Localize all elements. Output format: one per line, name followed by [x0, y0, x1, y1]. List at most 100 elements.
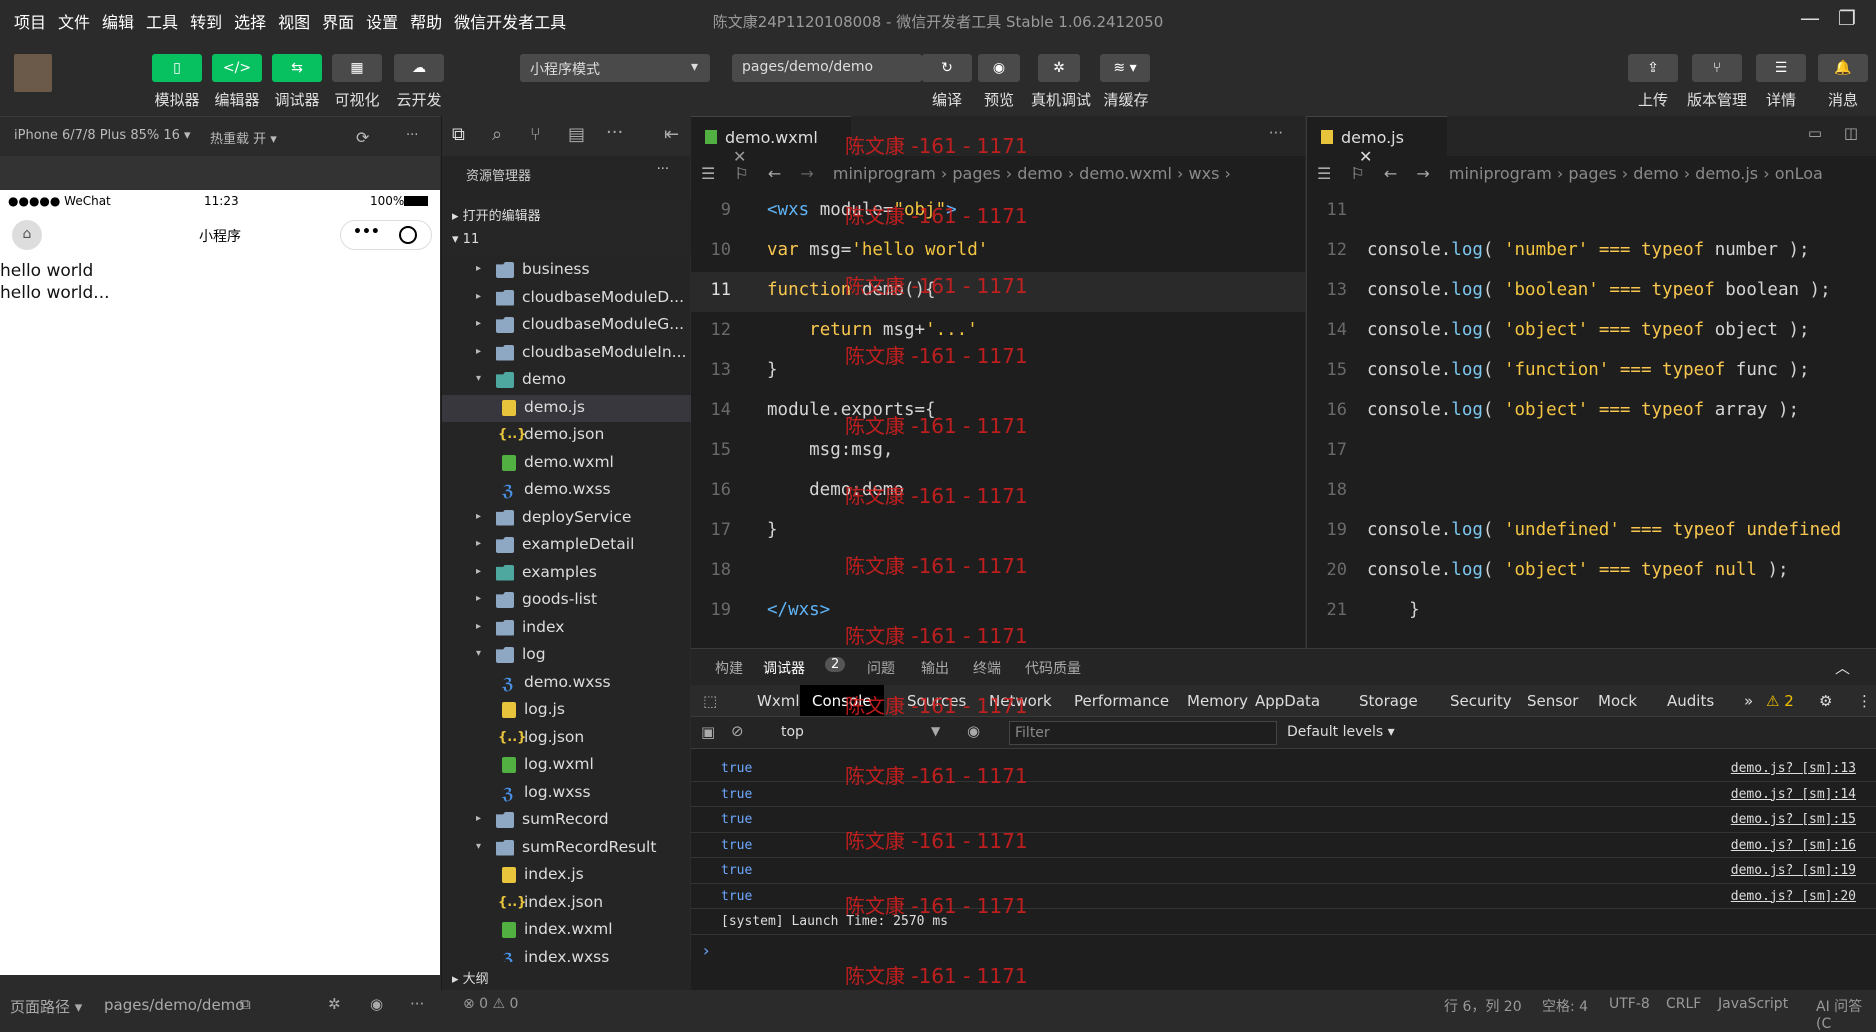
tree-item-folderg[interactable]: ▸ examples	[442, 560, 691, 588]
context-select[interactable]: top	[781, 724, 804, 740]
tree-item-wxml[interactable]: index.wxml	[442, 917, 691, 945]
code-line[interactable]: 18	[691, 552, 1305, 592]
code-line[interactable]: 12 return msg+'...'	[691, 312, 1305, 352]
bookmark-icon[interactable]: ⚐	[720, 164, 748, 183]
tree-item-folder[interactable]: ▸ goods-list	[442, 587, 691, 615]
log-source-link[interactable]: demo.js? [sm]:16	[1731, 838, 1856, 853]
tree-item-folderg[interactable]: ▾ demo	[442, 367, 691, 395]
caret-icon[interactable]: ▸	[476, 346, 488, 357]
tree-item-wxss[interactable]: ℨdemo.wxss	[442, 477, 691, 505]
capsule-menu[interactable]: •••	[340, 220, 432, 250]
real-debug-button[interactable]: ✲	[1038, 54, 1080, 82]
cursor-position[interactable]: 行 6，列 20	[1444, 996, 1522, 1016]
mode-select[interactable]: 小程序模式 ▾	[520, 54, 710, 82]
panel-tab[interactable]: 问题	[867, 658, 895, 678]
filter-input[interactable]: Filter	[1009, 721, 1277, 745]
devtools-tab[interactable]: Memory	[1187, 692, 1248, 710]
code-line[interactable]: 11 function demo(){	[691, 272, 1305, 312]
caret-icon[interactable]: ▸	[476, 291, 488, 302]
inspect-icon[interactable]: ⬚	[703, 692, 717, 710]
outline-section[interactable]: ▸ 大纲	[442, 962, 691, 990]
log-source-link[interactable]: demo.js? [sm]:19	[1731, 863, 1856, 878]
code-line[interactable]: 9 <wxs module="obj">	[691, 192, 1305, 232]
messages-button[interactable]: 🔔	[1818, 54, 1868, 82]
caret-icon[interactable]: ▸	[476, 538, 488, 549]
devtools-tab[interactable]: Console	[800, 685, 884, 716]
tree-item-folder[interactable]: ▸ index	[442, 615, 691, 643]
list-icon[interactable]: ☰	[691, 164, 715, 183]
tree-item-folder[interactable]: ▸ exampleDetail	[442, 532, 691, 560]
version-button[interactable]: ⑂	[1692, 54, 1742, 82]
caret-icon[interactable]: ▸	[476, 318, 488, 329]
tree-item-folder[interactable]: ▸ cloudbaseModuleIn...	[442, 340, 691, 368]
avatar[interactable]	[14, 54, 52, 92]
clear-cache-button[interactable]: ≋ ▾	[1100, 54, 1150, 82]
devtools-tab[interactable]: Security	[1450, 692, 1512, 710]
files-icon[interactable]: ⧉	[452, 124, 465, 145]
code-line[interactable]: 18	[1307, 472, 1876, 512]
editor-toggle-button[interactable]: </>	[212, 54, 262, 82]
code-line[interactable]: 14 console.log( 'object' === typeof objec…	[1307, 312, 1876, 352]
forward-icon[interactable]: →	[1402, 164, 1429, 183]
close-capsule-icon[interactable]	[399, 226, 417, 244]
panel-tab[interactable]: 终端	[973, 658, 1001, 678]
code-line[interactable]: 10 var msg='hello world'	[691, 232, 1305, 272]
devtools-tab[interactable]: AppData	[1255, 692, 1320, 710]
eye-icon[interactable]: ◉	[370, 995, 383, 1013]
caret-icon[interactable]: ▸	[476, 593, 488, 604]
devtools-tab[interactable]: Network	[989, 692, 1052, 710]
tree-item-js[interactable]: index.js	[442, 862, 691, 890]
language-mode[interactable]: JavaScript	[1718, 996, 1788, 1012]
code-line[interactable]: 15 msg:msg,	[691, 432, 1305, 472]
log-source-link[interactable]: demo.js? [sm]:20	[1731, 889, 1856, 904]
caret-icon[interactable]: ▸	[476, 566, 488, 577]
bookmark-icon[interactable]: ⚐	[1336, 164, 1364, 183]
panel-tab[interactable]: 输出	[921, 658, 949, 678]
eye-icon[interactable]: ◉	[967, 722, 980, 740]
code-line[interactable]: 11	[1307, 192, 1876, 232]
hot-reload-select[interactable]: 热重载 开 ▾	[210, 128, 277, 147]
code-line[interactable]: 13 console.log( 'boolean' === typeof bool…	[1307, 272, 1876, 312]
code-area[interactable]: 9 <wxs module="obj"> 10 var msg='hello worl…	[691, 192, 1305, 648]
caret-icon[interactable]: ▸	[476, 813, 488, 824]
copy-icon[interactable]: ⧉	[240, 995, 251, 1013]
minimize-icon[interactable]: —	[1800, 6, 1820, 30]
code-area[interactable]: 11 12 console.log( 'number' === typeof num…	[1307, 192, 1876, 648]
log-source-link[interactable]: demo.js? [sm]:13	[1731, 761, 1856, 776]
list-icon[interactable]: ☰	[1307, 164, 1331, 183]
code-line[interactable]: 15 console.log( 'function' === typeof fun…	[1307, 352, 1876, 392]
caret-icon[interactable]: ▾	[476, 648, 488, 659]
caret-icon[interactable]: ▸	[476, 263, 488, 274]
indent-setting[interactable]: 空格: 4	[1542, 996, 1588, 1016]
tree-item-folder[interactable]: ▸ sumRecord	[442, 807, 691, 835]
code-line[interactable]: 14 module.exports={	[691, 392, 1305, 432]
tab-demo-js[interactable]: demo.js ✕	[1307, 116, 1447, 166]
caret-icon[interactable]: ▾	[476, 841, 488, 852]
tree-item-folder[interactable]: ▾ sumRecordResult	[442, 835, 691, 863]
caret-icon[interactable]: ▾	[476, 373, 488, 384]
simulator-toggle-button[interactable]: ▯	[152, 54, 202, 82]
devtools-tab[interactable]: Mock	[1598, 692, 1637, 710]
preview-button[interactable]: ◉	[978, 54, 1020, 82]
console-prompt[interactable]: ›	[703, 941, 709, 960]
split-icon[interactable]: ◫	[1844, 124, 1858, 142]
code-line[interactable]: 17}	[691, 512, 1305, 552]
debug-icon[interactable]: ▤	[568, 124, 585, 145]
devtools-tab[interactable]: Audits	[1667, 692, 1714, 710]
tree-item-folder[interactable]: ▸ deployService	[442, 505, 691, 533]
kebab-icon[interactable]: ⋮	[1857, 692, 1872, 710]
editor-wxml[interactable]: demo.wxml ✕ ··· ☰ ⚐ ← → miniprogram › pa…	[691, 116, 1305, 648]
log-source-link[interactable]: demo.js? [sm]:15	[1731, 812, 1856, 827]
code-line[interactable]: 19 </wxs>	[691, 592, 1305, 632]
more-icon[interactable]: ···	[410, 995, 424, 1013]
tab-demo-wxml[interactable]: demo.wxml ✕	[691, 116, 851, 166]
levels-select[interactable]: Default levels ▾	[1287, 724, 1395, 740]
back-icon[interactable]: ←	[1370, 164, 1397, 183]
tree-item-wxss[interactable]: ℨlog.wxss	[442, 780, 691, 808]
tree-item-js[interactable]: demo.js	[442, 394, 691, 422]
visual-toggle-button[interactable]: ▦	[332, 54, 382, 82]
compile-path-select[interactable]: pages/demo/demo	[732, 54, 922, 82]
cloud-dev-button[interactable]: ☁	[394, 54, 444, 82]
rotate-icon[interactable]: ⟳	[356, 128, 369, 147]
devtools-tab[interactable]: Sources	[907, 692, 966, 710]
